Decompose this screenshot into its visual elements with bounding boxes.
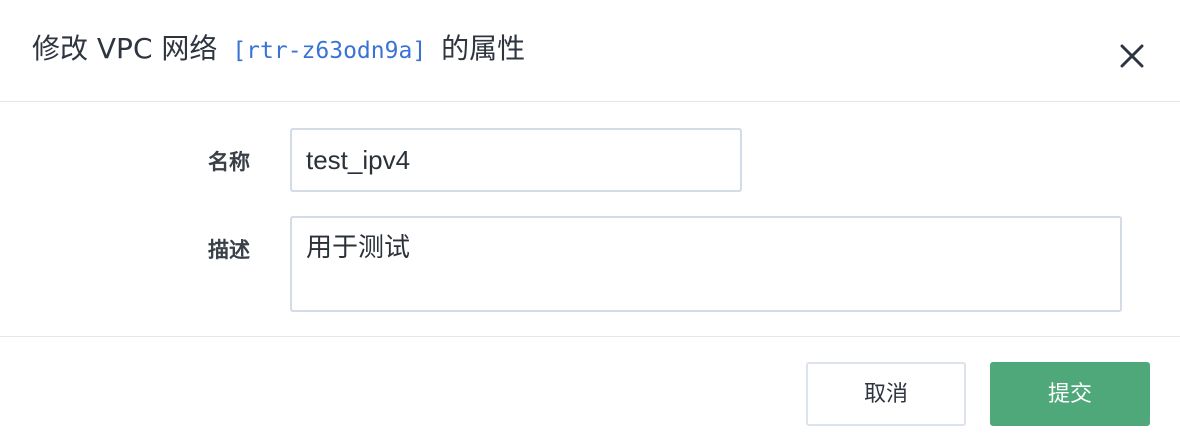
close-icon xyxy=(1120,44,1144,68)
description-textarea[interactable]: 用于测试 xyxy=(290,216,1122,312)
dialog-title: 修改 VPC 网络 [rtr-z63odn9a] 的属性 xyxy=(32,30,525,70)
modify-vpc-dialog: 修改 VPC 网络 [rtr-z63odn9a] 的属性 名称 描述 用于测试 … xyxy=(0,0,1180,440)
name-label: 名称 xyxy=(208,150,250,174)
dialog-footer: 取消 提交 xyxy=(0,337,1180,440)
resource-id: [rtr-z63odn9a] xyxy=(232,38,427,64)
title-prefix: 修改 VPC 网络 xyxy=(32,32,218,65)
description-label: 描述 xyxy=(208,238,250,262)
name-input[interactable] xyxy=(290,128,742,192)
close-button[interactable] xyxy=(1112,36,1152,76)
cancel-button[interactable]: 取消 xyxy=(806,362,966,426)
submit-button[interactable]: 提交 xyxy=(990,362,1150,426)
title-suffix: 的属性 xyxy=(441,32,526,65)
dialog-body: 名称 描述 用于测试 xyxy=(0,102,1180,337)
dialog-header: 修改 VPC 网络 [rtr-z63odn9a] 的属性 xyxy=(0,0,1180,102)
